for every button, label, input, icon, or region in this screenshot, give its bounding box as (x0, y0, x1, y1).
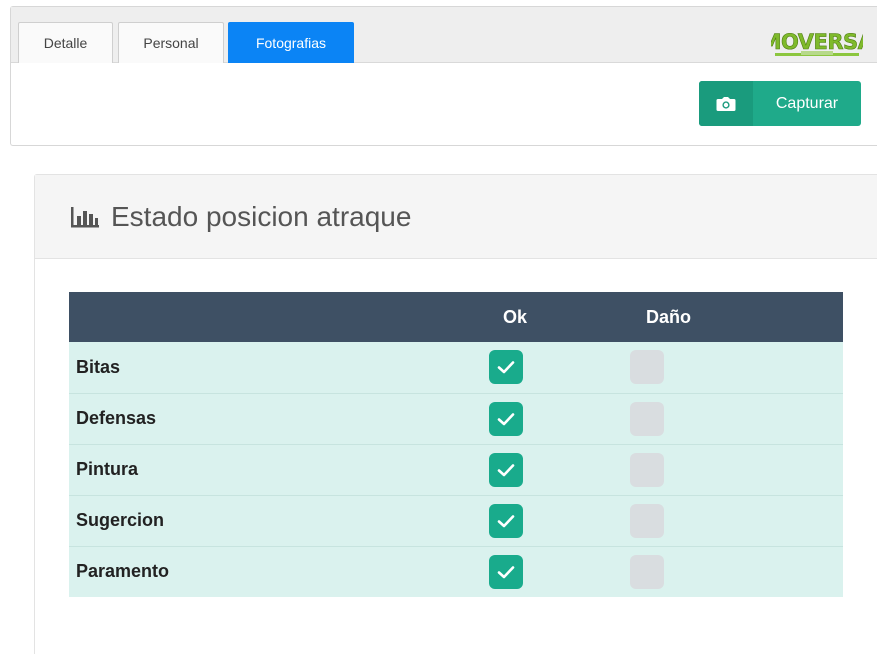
checkmark-icon (497, 514, 515, 527)
tab-bar: Detalle Personal Fotografias MOVERSA (11, 7, 877, 63)
row-label: Bitas (69, 342, 487, 393)
table-row: Sugercion (69, 494, 843, 546)
tab-personal[interactable]: Personal (118, 22, 224, 63)
cell-ok (487, 342, 628, 393)
checkbox-dano[interactable] (630, 503, 664, 538)
capture-button[interactable]: Capturar (699, 81, 861, 126)
checkmark-icon (497, 361, 515, 374)
cell-dano (628, 392, 843, 444)
cell-ok (487, 494, 628, 546)
svg-text:MOVERSA: MOVERSA (771, 30, 863, 54)
camera-icon (699, 81, 753, 126)
checkbox-ok[interactable] (489, 452, 523, 487)
card-header: Estado posicion atraque (35, 175, 877, 259)
cell-dano (628, 494, 843, 546)
checkmark-icon (497, 565, 515, 579)
column-header-item (69, 292, 487, 342)
cell-dano (628, 342, 843, 393)
table-row: Bitas (69, 342, 843, 393)
tab-fotografias[interactable]: Fotografias (228, 22, 354, 63)
checkbox-ok[interactable] (489, 503, 523, 538)
status-table: Ok Daño Bitas Defensas Pintura Sugercion Par… (69, 292, 843, 597)
checkbox-ok[interactable] (489, 350, 523, 385)
checkbox-ok[interactable] (489, 401, 523, 436)
row-label: Pintura (69, 443, 487, 495)
status-card: Estado posicion atraque Ok Daño Bitas Def… (34, 174, 877, 654)
checkbox-dano[interactable] (630, 452, 664, 487)
table-row: Paramento (69, 545, 843, 597)
table-header-row: Ok Daño (69, 292, 843, 342)
row-label: Paramento (69, 545, 487, 597)
checkmark-icon (497, 412, 515, 425)
checkbox-dano[interactable] (630, 554, 664, 589)
cell-ok (487, 392, 628, 444)
table-row: Defensas (69, 392, 843, 444)
checkbox-ok[interactable] (489, 554, 523, 589)
checkbox-dano[interactable] (630, 401, 664, 436)
cell-dano (628, 545, 843, 597)
cell-dano (628, 443, 843, 495)
column-header-dano: Daño (628, 292, 843, 342)
cell-ok (487, 443, 628, 495)
card-title: Estado posicion atraque (111, 200, 412, 232)
moversa-logo: MOVERSA (771, 30, 863, 56)
checkmark-icon (497, 463, 515, 476)
tab-panel: Detalle Personal Fotografias MOVERSA Cap… (10, 6, 877, 146)
tab-detalle[interactable]: Detalle (18, 22, 113, 63)
row-label: Sugercion (69, 494, 487, 546)
cell-ok (487, 545, 628, 597)
row-label: Defensas (69, 392, 487, 444)
column-header-ok: Ok (487, 292, 628, 342)
bar-chart-icon (71, 206, 99, 227)
table-row: Pintura (69, 443, 843, 495)
checkbox-dano[interactable] (630, 350, 664, 385)
table-body: Bitas Defensas Pintura Sugercion Paramento (69, 342, 843, 597)
capture-button-label: Capturar (775, 94, 839, 112)
